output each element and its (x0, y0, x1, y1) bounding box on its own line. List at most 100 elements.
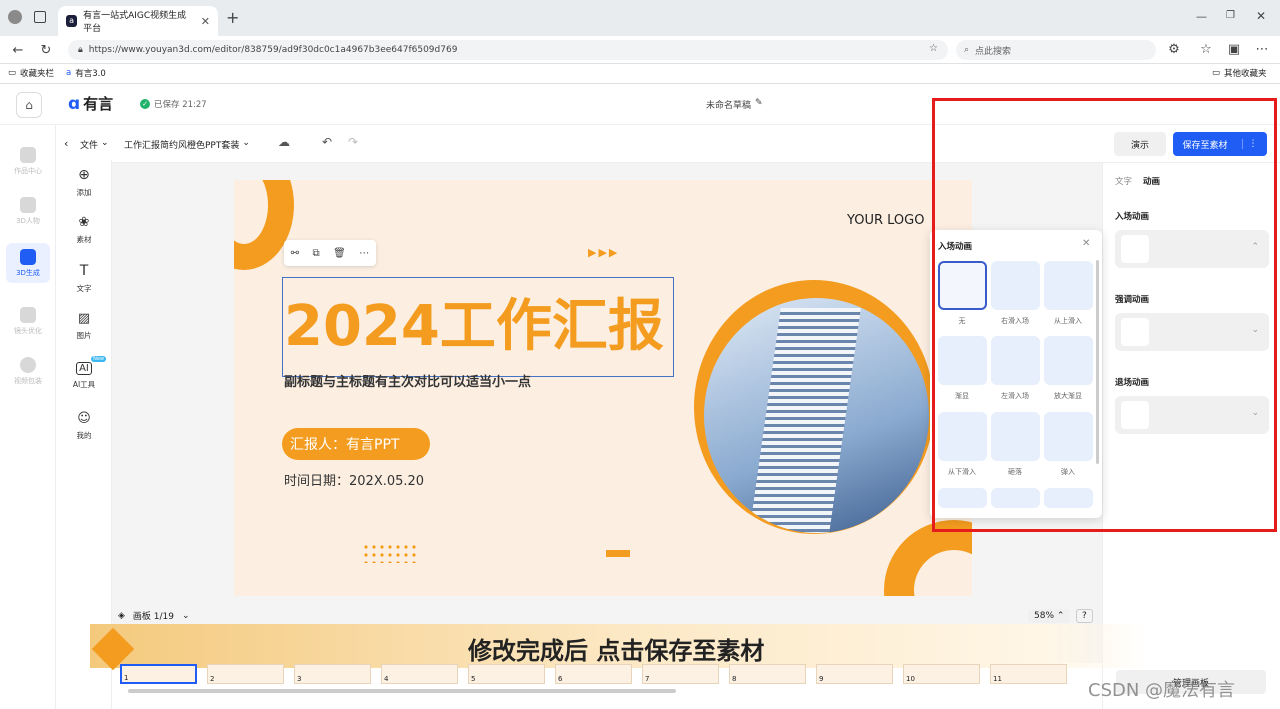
slide-subtitle[interactable]: 副标题与主标题有主次对比可以适当小一点 (284, 371, 531, 390)
slide[interactable]: YOUR LOGO ▶▶▶ 2024工作汇报 ⚯ ⧉ 🗑︎ ⋯ 副标题与主标题有… (234, 180, 972, 596)
nav-works[interactable]: 作品中心 (6, 141, 50, 181)
file-menu[interactable]: 文件 ⌄ (80, 138, 109, 151)
thumb-number: 2 (210, 675, 215, 683)
caption-banner: 修改完成后 点击保存至素材 (90, 624, 1150, 671)
restore-icon[interactable]: ❐ (1226, 10, 1235, 21)
tool-add[interactable]: ⊕ 添加 (62, 160, 106, 204)
thumb-number: 3 (297, 675, 302, 683)
thumbnail[interactable]: 8 (729, 664, 806, 684)
ai-text-icon[interactable]: ⚯ (291, 248, 299, 259)
tool-image[interactable]: ▨ 图片 (62, 304, 106, 348)
close-window-icon[interactable]: ✕ (1256, 9, 1266, 23)
text-icon: T (79, 262, 89, 279)
thumbnail[interactable]: 9 (816, 664, 893, 684)
nav-camera[interactable]: 镜头优化 (6, 301, 50, 341)
bookmark-youyan[interactable]: a 有言3.0 (66, 67, 106, 79)
thumb-number: 11 (993, 675, 1002, 683)
tool-ai[interactable]: AI New AI工具 (62, 354, 106, 398)
undo-icon[interactable]: ↶ (322, 135, 332, 149)
favorite-star-icon[interactable]: ☆ (929, 43, 938, 54)
app-logo[interactable]: ɑ 有言 (68, 93, 113, 114)
nav-3d-generate[interactable]: 3D生成 (6, 243, 50, 283)
thumbnail[interactable]: 4 (381, 664, 458, 684)
copy-icon[interactable]: ⧉ (313, 248, 320, 259)
reload-icon[interactable]: ↻ (38, 42, 54, 58)
tab-close-icon[interactable]: ✕ (201, 15, 210, 28)
tool-text[interactable]: T 文字 (62, 256, 106, 300)
help-button[interactable]: ? (1076, 609, 1093, 623)
check-icon: ✓ (140, 99, 150, 109)
board-label: 画板 1/19 (132, 612, 174, 622)
back-chevron-icon[interactable]: ‹ (64, 137, 68, 150)
browser-tab[interactable]: a 有言一站式AIGC视频生成平台 ✕ (58, 6, 218, 36)
browser-search-field[interactable]: ⌕ 点此搜索 (956, 40, 1156, 60)
zoom-control[interactable]: 58% ⌃ (1028, 609, 1071, 623)
more-icon[interactable]: ⋯ (1254, 41, 1270, 57)
arrow-decoration: ▶▶▶ (588, 246, 620, 259)
thumb-number: 5 (471, 675, 476, 683)
url-field[interactable]: 🔒︎ https://www.youyan3d.com/editor/83875… (68, 40, 948, 60)
chevron-down-icon: ⌄ (101, 138, 109, 148)
back-icon[interactable]: ← (10, 42, 26, 58)
folder-icon: ▭ (1212, 68, 1221, 78)
material-icon: ❀ (78, 215, 90, 230)
profile-icon[interactable] (8, 10, 22, 24)
slide-logo[interactable]: YOUR LOGO (847, 213, 924, 228)
thumbnail[interactable]: 6 (555, 664, 632, 684)
collections-icon[interactable]: ▣ (1226, 41, 1242, 57)
home-icon[interactable]: ⌂ (16, 92, 42, 118)
delete-icon[interactable]: 🗑︎ (333, 248, 346, 259)
tab-actions-icon[interactable] (34, 11, 46, 23)
tool-label: AI工具 (72, 380, 96, 389)
site-favicon-icon: a (66, 15, 78, 27)
nav-label: 3D生成 (16, 268, 40, 277)
thumbnail[interactable]: 1 (120, 664, 197, 684)
thumbnail[interactable]: 3 (294, 664, 371, 684)
thumbnail[interactable]: 11 (990, 664, 1067, 684)
nav-video-pack[interactable]: 视频包装 (6, 351, 50, 391)
nav-3d-person[interactable]: 3D人物 (6, 191, 50, 231)
building-photo (747, 308, 861, 533)
cloud-icon[interactable]: ☁ (278, 135, 290, 149)
nav-label: 视频包装 (14, 376, 42, 385)
save-status: ✓ 已保存 21:27 (140, 98, 207, 110)
new-badge: New (91, 356, 106, 362)
folder-icon: ▭ (8, 68, 17, 78)
thumbnail[interactable]: 2 (207, 664, 284, 684)
thumbnail[interactable]: 7 (642, 664, 719, 684)
other-bookmarks[interactable]: ▭ 其他收藏夹 (1212, 67, 1267, 79)
extensions-icon[interactable]: ⚙ (1166, 41, 1182, 57)
doc-name[interactable]: 未命名草稿 ✎ (706, 98, 763, 111)
building-image[interactable] (704, 298, 929, 533)
minimize-icon[interactable]: — (1196, 10, 1207, 23)
reporter-pill[interactable]: 汇报人：有言PPT (282, 428, 430, 460)
tool-mine[interactable]: ☺ 我的 (62, 404, 106, 448)
nav-label: 3D人物 (16, 216, 40, 225)
thumb-number: 7 (645, 675, 650, 683)
ai-icon: AI (76, 362, 92, 375)
chart-icon (20, 248, 36, 265)
new-tab-icon[interactable]: + (226, 8, 239, 27)
tool-label: 素材 (76, 235, 92, 244)
tab-title: 有言一站式AIGC视频生成平台 (83, 11, 187, 34)
logo-text: 有言 (83, 95, 114, 113)
more-icon[interactable]: ⋯ (359, 248, 369, 259)
thumbnail[interactable]: 10 (903, 664, 980, 684)
bookmark-folder[interactable]: ▭ 收藏夹栏 (8, 67, 54, 79)
tool-material[interactable]: ❀ 素材 (62, 208, 106, 252)
url-text: https://www.youyan3d.com/editor/838759/a… (88, 45, 458, 55)
orange-bar-decoration (606, 550, 630, 557)
board-selector[interactable]: ◈ 画板 1/19 ⌄ (118, 609, 190, 623)
selection-box[interactable] (282, 277, 674, 377)
thumbnail[interactable]: 5 (468, 664, 545, 684)
thumbnail-scrollbar[interactable] (128, 689, 676, 693)
bookmark-label: 其他收藏夹 (1224, 69, 1267, 79)
template-menu[interactable]: 工作汇报简约风橙色PPT套装 ⌄ (124, 138, 250, 151)
left-nav: 作品中心 3D人物 3D生成 镜头优化 视频包装 (0, 125, 56, 709)
dot-pattern (362, 543, 418, 563)
favorites-icon[interactable]: ☆ (1198, 41, 1214, 57)
youyan-favicon-icon: a (66, 68, 72, 78)
redo-icon[interactable]: ↷ (348, 135, 358, 149)
slide-date[interactable]: 时间日期：202X.05.20 (284, 470, 424, 489)
thumb-number: 1 (124, 674, 129, 682)
